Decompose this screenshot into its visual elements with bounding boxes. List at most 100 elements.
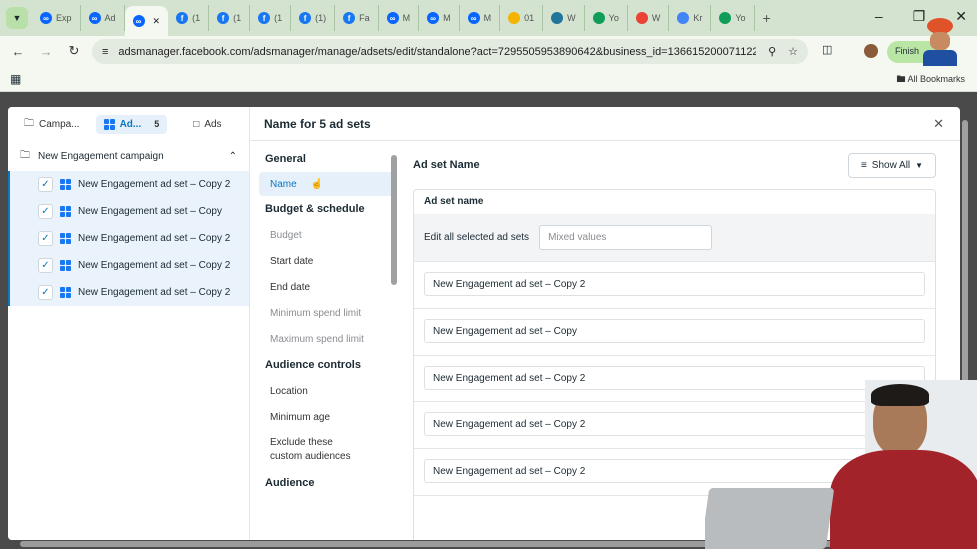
ad-set-icon — [60, 287, 71, 298]
campaign-item[interactable]: 🗀 New Engagement campaign ⌃ — [8, 141, 249, 171]
browser-tab[interactable]: ∞ Ad — [81, 5, 125, 31]
bookmark-star-icon[interactable]: ☆ — [788, 45, 798, 58]
nav-item-location[interactable]: Location — [255, 378, 400, 404]
ad-set-row[interactable]: ✓ New Engagement ad set – Copy — [10, 198, 249, 225]
ad-set-row[interactable]: ✓ New Engagement ad set – Copy 2 — [10, 171, 249, 198]
nav-item-budget[interactable]: Budget — [255, 222, 400, 248]
browser-tab[interactable]: ∞ ✕ — [124, 6, 169, 36]
nav-scrollbar[interactable] — [391, 155, 397, 285]
facebook-icon: f — [343, 12, 356, 24]
tab-title: Exp — [56, 13, 72, 23]
ad-set-name: New Engagement ad set – Copy 2 — [78, 233, 231, 244]
forward-button[interactable]: → — [32, 44, 60, 59]
checkbox-checked[interactable]: ✓ — [38, 177, 53, 192]
nav-item-end-date[interactable]: End date — [255, 274, 400, 300]
folder-icon: 🗀 — [24, 117, 34, 129]
checkbox-checked[interactable]: ✓ — [38, 285, 53, 300]
tab-title: (1 — [274, 13, 283, 23]
tab-title: M — [483, 13, 492, 23]
tab-title: Fa — [359, 13, 370, 23]
ad-set-row[interactable]: ✓ New Engagement ad set – Copy 2 — [10, 279, 249, 306]
tab-ads[interactable]: □ Ads — [185, 115, 229, 134]
browser-tab[interactable]: ∞ M — [460, 5, 501, 31]
browser-tab[interactable]: f (1 — [209, 5, 251, 31]
ad-set-name: New Engagement ad set – Copy 2 — [78, 260, 231, 271]
browser-tab[interactable]: W — [543, 5, 585, 31]
back-button[interactable]: ← — [4, 44, 32, 59]
google-icon — [635, 12, 648, 24]
tab-title: W — [651, 13, 661, 23]
nav-item-minimum-spend[interactable]: Minimum spend limit — [255, 300, 400, 326]
sheets-icon — [719, 12, 732, 24]
tab-strip: ▼ ∞ Exp ∞ Ad ∞ ✕ f (1 f (1 f (1 f (1) f Fa ∞ M ∞ M ∞ M 01 W Yo W K… — [0, 0, 977, 36]
show-all-dropdown[interactable]: ≡ Show All ▼ — [848, 153, 936, 178]
browser-tab[interactable]: ∞ M — [419, 5, 460, 31]
zoom-icon[interactable]: ⚲ — [768, 45, 776, 58]
reload-button[interactable]: ↻ — [60, 43, 88, 59]
name-row: New Engagement ad set – Copy 2 — [414, 262, 935, 309]
ad-set-name-input[interactable]: New Engagement ad set – Copy — [424, 318, 925, 343]
browser-tab[interactable]: Yo — [711, 5, 755, 31]
facebook-icon: f — [176, 12, 189, 24]
browser-tab[interactable]: 01 — [500, 5, 544, 31]
profile-avatar[interactable] — [864, 44, 878, 58]
nav-section-audience: Audience — [265, 477, 315, 489]
new-tab-button[interactable]: + — [755, 5, 779, 31]
browser-tab[interactable]: W — [628, 5, 670, 31]
browser-tab[interactable]: f Fa — [335, 5, 379, 31]
tab-ad-sets[interactable]: Ad... 5 — [95, 114, 168, 134]
chevron-up-icon[interactable]: ⌃ — [229, 151, 237, 162]
bookmarks-bar: ▦ 🖿 All Bookmarks — [0, 66, 977, 92]
apps-icon[interactable]: ▦ — [10, 72, 21, 86]
facebook-icon: f — [258, 12, 271, 24]
browser-tab[interactable]: f (1) — [291, 5, 336, 31]
all-bookmarks-button[interactable]: 🖿 All Bookmarks — [896, 72, 965, 88]
ad-set-icon — [60, 260, 71, 271]
tab-title: Yo — [608, 13, 619, 23]
browser-tab[interactable]: ∞ Exp — [32, 5, 81, 31]
meta-icon: ∞ — [467, 12, 480, 24]
close-tab-icon[interactable]: ✕ — [153, 16, 161, 27]
nav-item-minimum-age[interactable]: Minimum age — [255, 404, 400, 430]
google-drive-icon — [508, 12, 521, 24]
tab-search-button[interactable]: ▼ — [6, 7, 28, 29]
site-info-icon[interactable]: ≡ — [102, 46, 108, 58]
name-row: New Engagement ad set – Copy — [414, 309, 935, 356]
tab-title: Ad — [104, 13, 116, 23]
nav-section-budget-schedule: Budget & schedule — [265, 203, 365, 215]
meta-icon: ∞ — [88, 12, 101, 24]
nav-item-name[interactable]: Name ☝ — [259, 172, 396, 196]
ad-set-name: New Engagement ad set – Copy — [78, 206, 222, 217]
ad-set-row[interactable]: ✓ New Engagement ad set – Copy 2 — [10, 252, 249, 279]
facebook-icon: f — [217, 12, 230, 24]
checkbox-checked[interactable]: ✓ — [38, 231, 53, 246]
tab-campaigns[interactable]: 🗀 Campa... — [16, 112, 88, 137]
browser-tab[interactable]: f (1 — [168, 5, 210, 31]
ad-set-icon — [60, 206, 71, 217]
tab-title: (1 — [233, 13, 242, 23]
tab-title: Yo — [735, 13, 746, 23]
checkbox-checked[interactable]: ✓ — [38, 258, 53, 273]
checkbox-checked[interactable]: ✓ — [38, 204, 53, 219]
count-badge: 5 — [154, 119, 160, 129]
minimize-button[interactable]: – — [875, 8, 883, 25]
selection-panel: 🗀 Campa... Ad... 5 □ Ads 🗀 New Engagement ca… — [8, 107, 250, 540]
browser-tab[interactable]: Kr — [669, 5, 712, 31]
browser-tab[interactable]: f (1 — [250, 5, 292, 31]
folder-icon: 🗀 — [20, 149, 30, 161]
ad-set-name-input[interactable]: New Engagement ad set – Copy 2 — [424, 272, 925, 296]
nav-item-start-date[interactable]: Start date — [255, 248, 400, 274]
address-bar[interactable]: ≡ adsmanager.facebook.com/adsmanager/man… — [92, 39, 808, 64]
ad-set-row[interactable]: ✓ New Engagement ad set – Copy 2 — [10, 225, 249, 252]
nav-item-maximum-spend[interactable]: Maximum spend limit — [255, 326, 400, 352]
nav-item-exclude-audiences[interactable]: Exclude these custom audiences — [255, 430, 375, 470]
close-icon[interactable]: ✕ — [933, 116, 944, 132]
tab-title: 01 — [524, 13, 535, 23]
filter-icon: ≡ — [860, 160, 867, 171]
extensions-icon[interactable]: ◫ — [822, 43, 832, 56]
browser-tab[interactable]: Yo — [585, 5, 628, 31]
browser-tab[interactable]: ∞ M — [379, 5, 420, 31]
presenter-webcam-overlay — [705, 380, 977, 549]
edit-all-label: Edit all selected ad sets — [424, 232, 530, 243]
edit-all-input[interactable]: Mixed values — [539, 225, 713, 250]
